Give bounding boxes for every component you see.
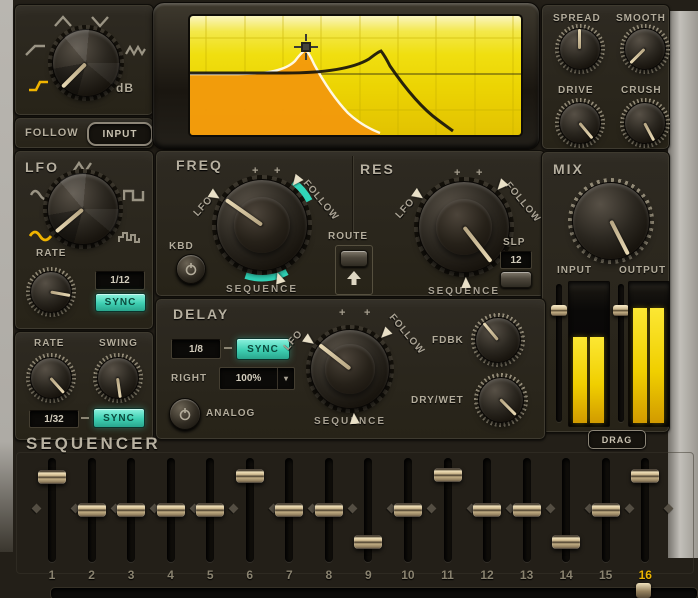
step-number: 13: [513, 568, 541, 582]
step-number: 2: [78, 568, 106, 582]
sequencer-steps: 12345678910111213141516: [0, 0, 698, 598]
step-slider-handle[interactable]: [236, 469, 264, 483]
step-slider-handle[interactable]: [157, 503, 185, 517]
step-slider-handle[interactable]: [473, 503, 501, 517]
step-number: 11: [434, 568, 462, 582]
step-slider-handle[interactable]: [196, 503, 224, 517]
sequencer-step-13[interactable]: 13: [513, 458, 541, 586]
step-slider-handle[interactable]: [631, 469, 659, 483]
step-slider-handle[interactable]: [117, 503, 145, 517]
sequencer-step-9[interactable]: 9: [354, 458, 382, 586]
sequencer-step-3[interactable]: 3: [117, 458, 145, 586]
step-number: 15: [592, 568, 620, 582]
step-number: 6: [236, 568, 264, 582]
sequencer-step-16[interactable]: 16: [631, 458, 659, 586]
sequencer-step-15[interactable]: 15: [592, 458, 620, 586]
step-number: 3: [117, 568, 145, 582]
step-number: 10: [394, 568, 422, 582]
step-slider-handle[interactable]: [513, 503, 541, 517]
step-slider-handle[interactable]: [78, 503, 106, 517]
step-number: 1: [38, 568, 66, 582]
plugin-window: dB FOLLOW INPUT: [0, 0, 698, 598]
sequencer-step-1[interactable]: 1: [38, 458, 66, 586]
step-number: 8: [315, 568, 343, 582]
sequencer-step-6[interactable]: 6: [236, 458, 264, 586]
step-slider-handle[interactable]: [552, 535, 580, 549]
step-slider-handle[interactable]: [434, 468, 462, 482]
step-slider-handle[interactable]: [394, 503, 422, 517]
step-number: 16: [631, 568, 659, 582]
step-slider-handle[interactable]: [315, 503, 343, 517]
step-number: 5: [196, 568, 224, 582]
step-number: 9: [354, 568, 382, 582]
sequencer-step-7[interactable]: 7: [275, 458, 303, 586]
step-slider-handle[interactable]: [592, 503, 620, 517]
sequencer-step-10[interactable]: 10: [394, 458, 422, 586]
sequencer-step-5[interactable]: 5: [196, 458, 224, 586]
step-number: 7: [275, 568, 303, 582]
sequencer-step-8[interactable]: 8: [315, 458, 343, 586]
step-slider-handle[interactable]: [38, 470, 66, 484]
step-number: 4: [157, 568, 185, 582]
sequencer-step-2[interactable]: 2: [78, 458, 106, 586]
step-slider-handle[interactable]: [275, 503, 303, 517]
sequencer-scrollbar-handle[interactable]: [636, 583, 651, 598]
sequencer-step-14[interactable]: 14: [552, 458, 580, 586]
step-number: 14: [552, 568, 580, 582]
step-slider-handle[interactable]: [354, 535, 382, 549]
sequencer-step-12[interactable]: 12: [473, 458, 501, 586]
step-diamond: [664, 504, 674, 514]
sequencer-step-4[interactable]: 4: [157, 458, 185, 586]
sequencer-step-11[interactable]: 11: [434, 458, 462, 586]
sequencer-scrollbar[interactable]: [50, 587, 698, 598]
step-number: 12: [473, 568, 501, 582]
